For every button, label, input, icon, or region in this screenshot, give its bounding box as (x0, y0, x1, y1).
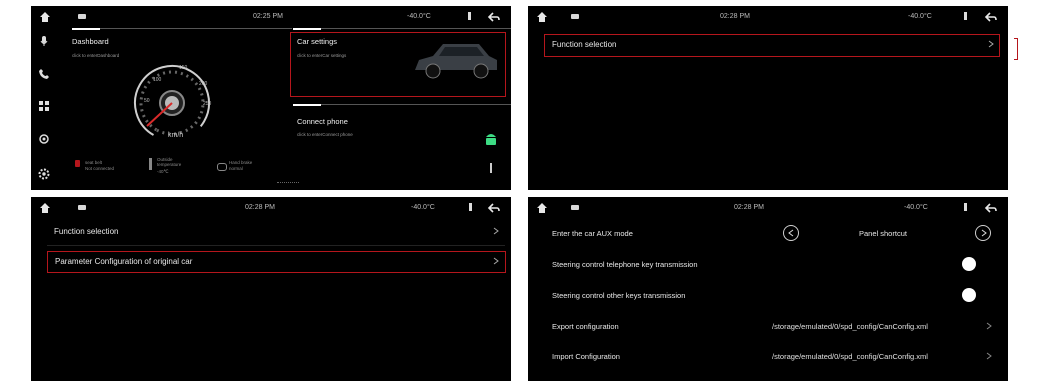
android-icon (486, 134, 496, 145)
dashboard-subtitle: click to enterDashboard (72, 53, 120, 58)
temperature: -40.0°C (407, 13, 431, 20)
outside-temp-label: Outside temperature (157, 157, 182, 167)
import-path: /storage/emulated/0/spd_config/CanConfig… (772, 352, 928, 361)
home-icon[interactable] (38, 201, 52, 215)
connect-phone-title[interactable]: Connect phone (297, 117, 348, 126)
function-selection-row[interactable]: Function selection (54, 227, 118, 236)
temperature: -40.0°C (908, 13, 932, 20)
other-keys-label: Steering control other keys transmission (552, 291, 686, 300)
export-configuration-label[interactable]: Export configuration (552, 322, 619, 331)
import-configuration-label[interactable]: Import Configuration (552, 352, 620, 361)
function-selection-label: Function selection (552, 40, 617, 49)
phone-icon[interactable] (38, 68, 50, 80)
config-screen: 02:28 PM -40.0°C Enter the car AUX mode … (528, 197, 1008, 381)
seatbelt-warning-icon (75, 160, 80, 167)
signal-icon (964, 203, 967, 211)
outside-temp-value: -40℃ (157, 169, 169, 174)
seatbelt-value: Not connected (85, 166, 115, 171)
clock: 02:28 PM (734, 204, 764, 211)
sidebar (31, 28, 57, 188)
telephone-key-toggle[interactable] (962, 257, 976, 271)
chevron-right-icon[interactable] (986, 352, 992, 360)
chevron-right-icon (493, 227, 499, 235)
navigation-icon[interactable] (38, 133, 50, 145)
export-path: /storage/emulated/0/spd_config/CanConfig… (772, 322, 928, 331)
speed-tick-150: 150 (179, 65, 188, 71)
car-image (415, 44, 497, 79)
parameter-configuration-label: Parameter Configuration of original car (55, 257, 193, 266)
aux-mode-value: Panel shortcut (859, 229, 907, 238)
aux-next-button[interactable] (975, 225, 991, 241)
car-settings-page-indicator (293, 28, 321, 30)
status-bar: 02:28 PM -40.0°C (528, 6, 1008, 28)
car-settings-divider (321, 28, 511, 29)
home-icon[interactable] (535, 10, 549, 24)
chevron-right-icon (981, 229, 987, 237)
signal-icon (964, 12, 967, 20)
dashboard-divider (100, 28, 292, 29)
microphone-icon[interactable] (38, 35, 50, 47)
home-icon[interactable] (38, 10, 52, 24)
chevron-left-icon (788, 229, 794, 237)
page-dots (277, 182, 299, 185)
speed-tick-200: 200 (199, 81, 208, 87)
aux-mode-label: Enter the car AUX mode (552, 229, 633, 238)
status-bar: 02:28 PM -40.0°C (528, 197, 1008, 219)
back-icon[interactable] (984, 10, 998, 24)
aux-prev-button[interactable] (783, 225, 799, 241)
sd-card-icon (571, 205, 579, 210)
back-icon[interactable] (487, 10, 501, 24)
speed-tick-250: 250 (203, 101, 212, 107)
sd-card-icon (571, 14, 579, 19)
thermometer-icon (149, 158, 152, 170)
connect-phone-page-indicator (293, 104, 321, 106)
clock: 02:28 PM (720, 13, 750, 20)
clock: 02:25 PM (253, 13, 283, 20)
handbrake-label: Hand brake (229, 160, 253, 165)
signal-icon (469, 203, 472, 211)
home-screen: 02:25 PM -40.0°C Dashboard click to ente… (31, 6, 511, 190)
signal-icon (468, 12, 471, 20)
row-divider (47, 245, 505, 246)
chevron-right-icon (493, 257, 499, 265)
chevron-right-icon (988, 40, 994, 48)
speed-unit: km/h (168, 132, 184, 139)
function-menu-screen: 02:28 PM -40.0°C Function selection (528, 6, 1008, 190)
telephone-key-label: Steering control telephone key transmiss… (552, 260, 698, 269)
connect-phone-divider (321, 104, 511, 105)
car-settings-title: Car settings (297, 37, 338, 46)
car-settings-subtitle: click to enterCar settings (297, 53, 347, 58)
temperature: -40.0°C (411, 204, 435, 211)
screenshot-collage: 02:25 PM -40.0°C Dashboard click to ente… (0, 0, 1043, 383)
dashboard-title[interactable]: Dashboard (72, 37, 109, 46)
status-bar: 02:28 PM -40.0°C (31, 197, 511, 219)
apps-grid-icon[interactable] (38, 100, 50, 112)
sd-card-icon (78, 14, 86, 19)
back-icon[interactable] (984, 201, 998, 215)
handbrake-icon (217, 163, 227, 171)
status-bar: 02:25 PM -40.0°C (31, 6, 511, 28)
temperature: -40.0°C (904, 204, 928, 211)
handbrake-value: normal (229, 166, 243, 171)
highlight-bracket (1014, 38, 1018, 60)
dashboard-page-indicator (72, 28, 100, 30)
usb-icon (490, 163, 492, 173)
clock: 02:28 PM (245, 204, 275, 211)
home-icon[interactable] (535, 201, 549, 215)
settings-gear-icon[interactable] (38, 168, 50, 180)
other-keys-toggle[interactable] (962, 288, 976, 302)
seatbelt-label: seat belt (85, 160, 103, 165)
sd-card-icon (78, 205, 86, 210)
chevron-right-icon[interactable] (986, 322, 992, 330)
back-icon[interactable] (487, 201, 501, 215)
connect-phone-subtitle: click to enterConnect phone (297, 132, 353, 137)
function-menu-screen-2: 02:28 PM -40.0°C Function selection Para… (31, 197, 511, 381)
speed-tick-100: 100 (153, 77, 162, 83)
speed-tick-0: 50 (144, 98, 150, 104)
